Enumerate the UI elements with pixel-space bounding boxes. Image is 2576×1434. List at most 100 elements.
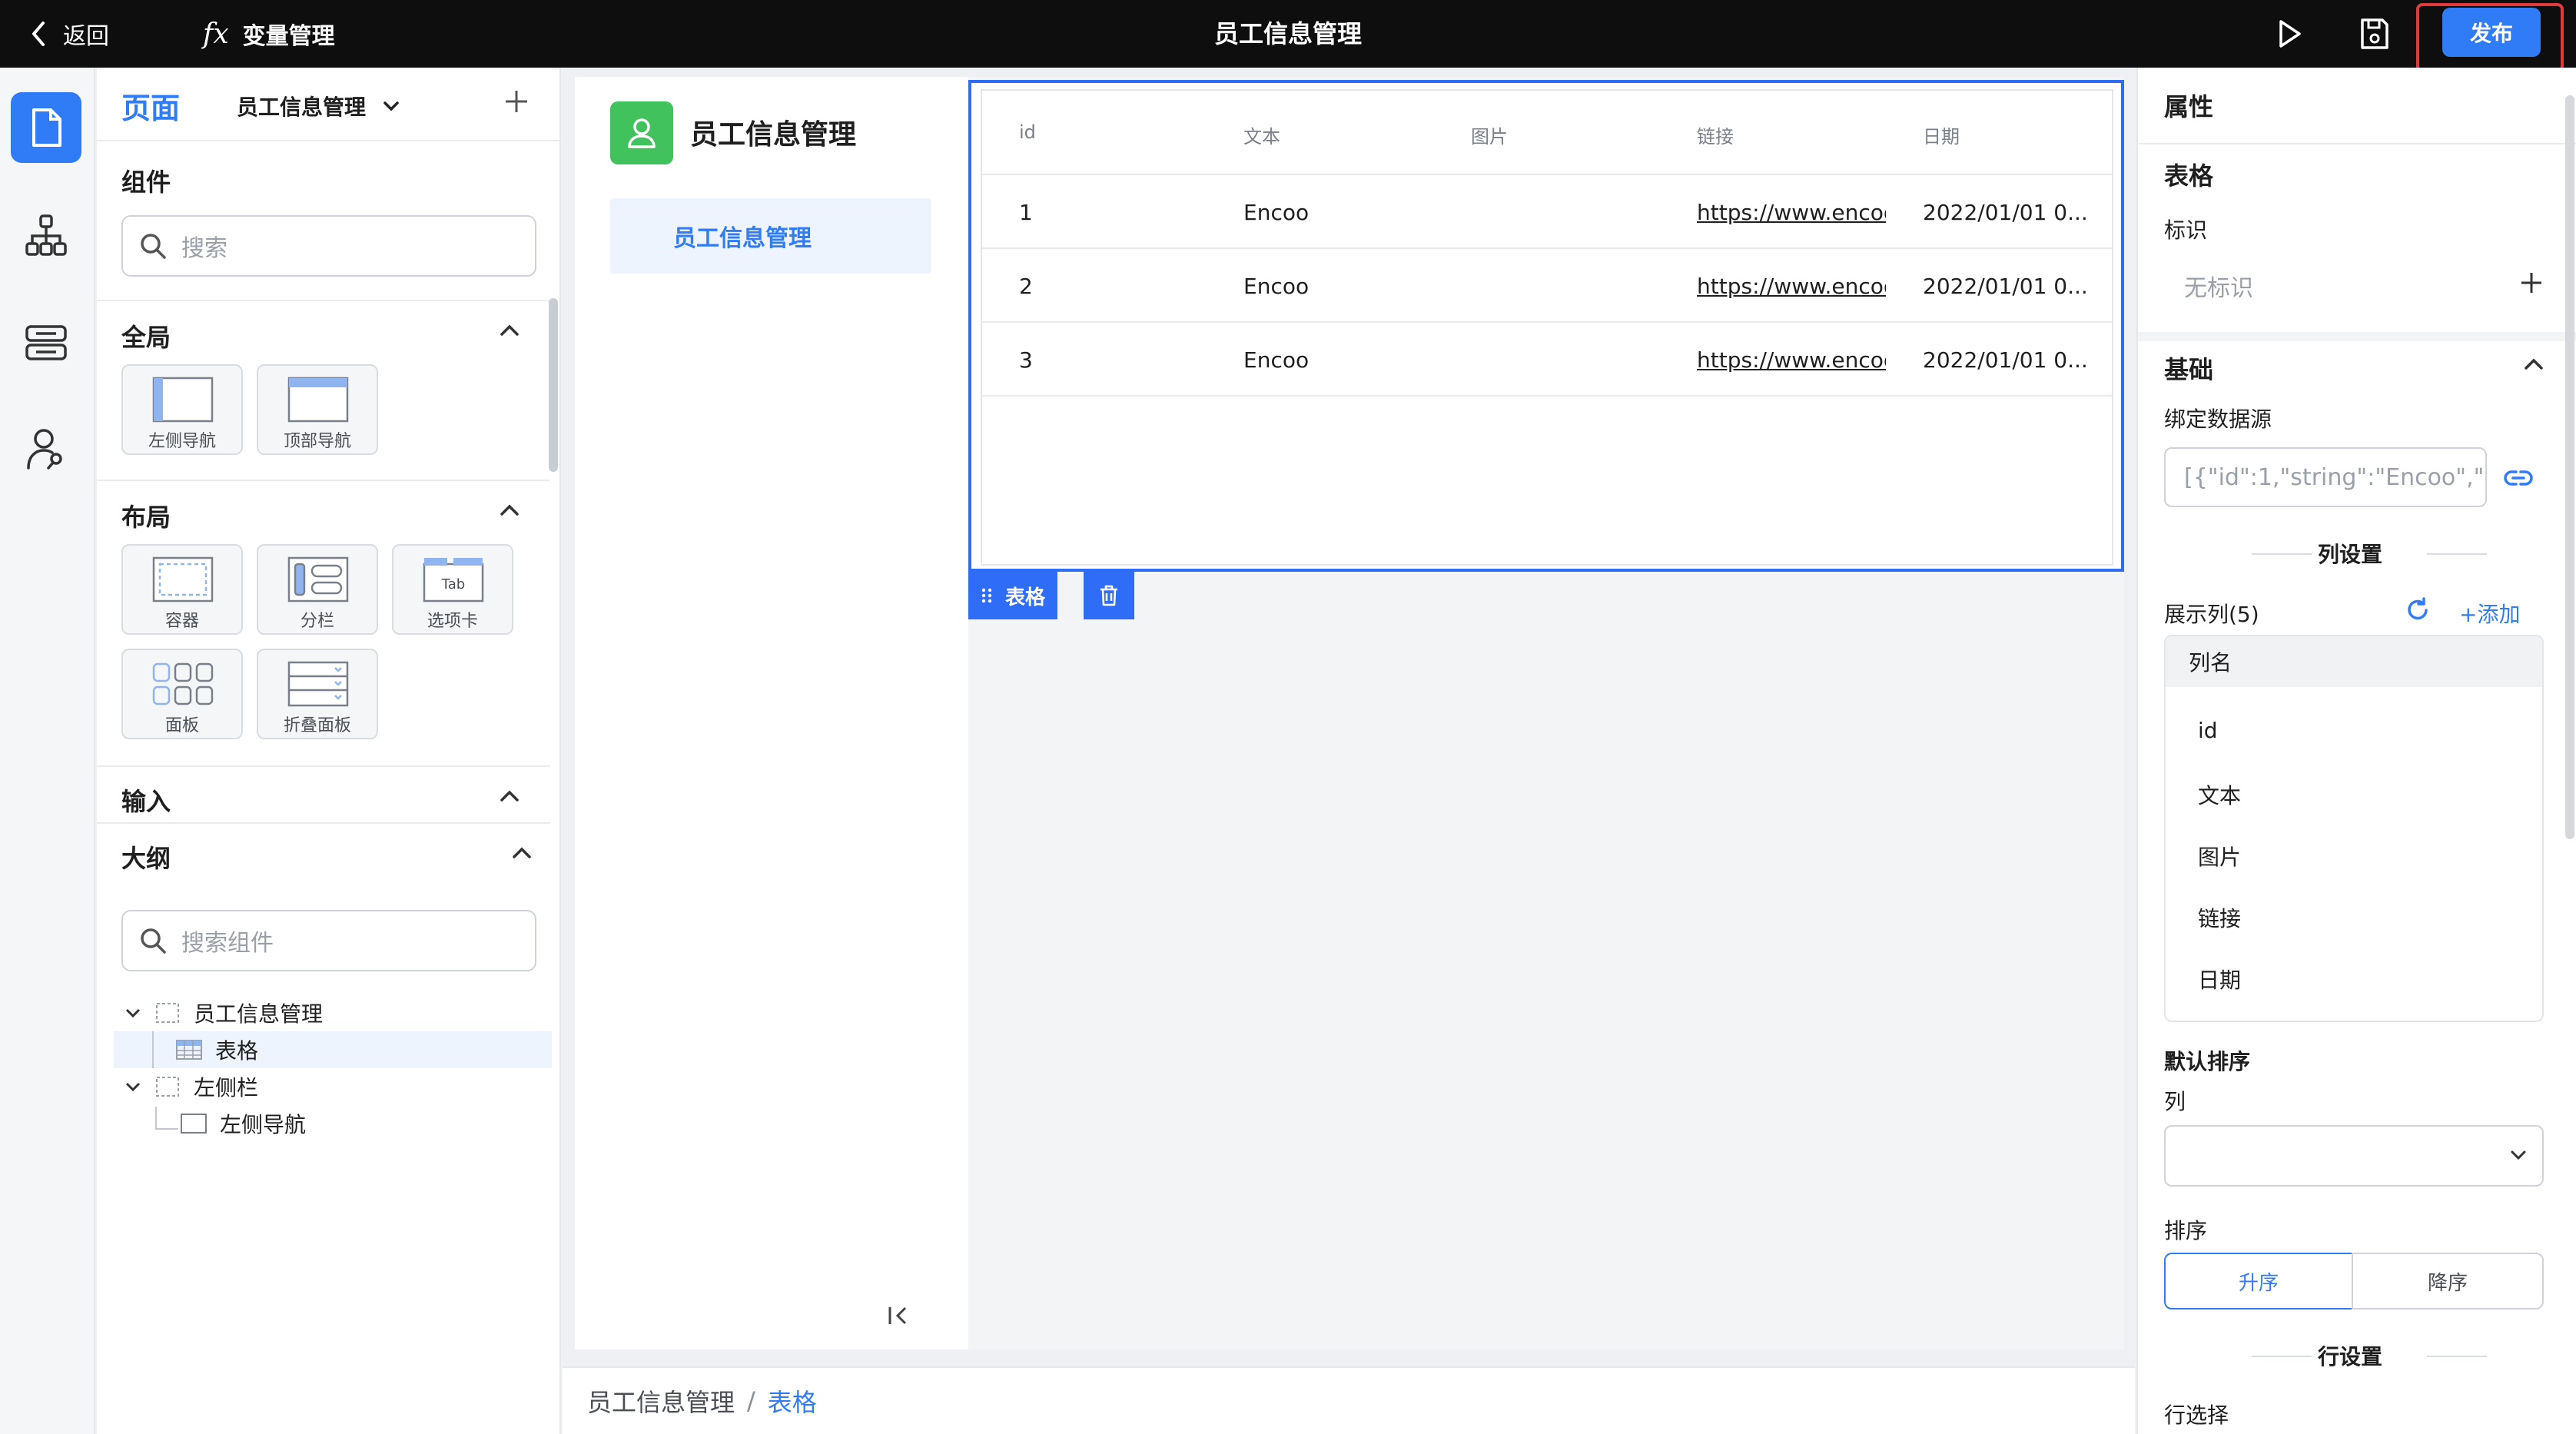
chevron-down-icon[interactable] <box>124 1007 141 1018</box>
delete-component-button[interactable] <box>1084 572 1135 619</box>
row-divider <box>982 247 2112 249</box>
breadcrumb-item[interactable]: 员工信息管理 <box>587 1383 735 1419</box>
rail-permissions[interactable] <box>11 413 81 484</box>
rail-flow[interactable] <box>11 200 81 271</box>
add-column-button[interactable]: +添加 <box>2459 598 2520 629</box>
preview-button[interactable] <box>2275 17 2305 54</box>
trash-icon <box>1100 585 1118 606</box>
row-divider <box>982 174 2112 175</box>
app-title: 员工信息管理 <box>1213 19 1362 48</box>
panel-scrollbar[interactable] <box>2565 95 2574 839</box>
tree-node-page[interactable]: 员工信息管理 <box>115 994 323 1031</box>
user-icon <box>628 118 656 148</box>
variable-manager-label: 变量管理 <box>242 23 335 50</box>
datasource-input[interactable]: [{"id":1,"string":"Encoo","i <box>2164 447 2487 507</box>
component-tabs[interactable]: Tab 选项卡 <box>392 544 513 635</box>
column-list-header: 列名 <box>2166 636 2542 687</box>
save-button[interactable] <box>2358 15 2392 55</box>
table-cell: Encoo <box>1243 274 1310 299</box>
column-list-item[interactable]: 图片 <box>2198 841 2241 871</box>
default-sort-title: 默认排序 <box>2164 1049 2251 1074</box>
divider <box>2138 143 2576 144</box>
table-link[interactable]: https://www.encoo.com <box>1697 347 1886 373</box>
column-list-item[interactable]: 文本 <box>2198 779 2241 810</box>
rail-data[interactable] <box>11 307 81 378</box>
data-table[interactable]: id 文本 图片 链接 日期 1 Encoo https://www.encoo… <box>981 89 2113 566</box>
chevron-up-icon[interactable] <box>500 504 520 516</box>
column-list-item[interactable]: 日期 <box>2198 964 2241 994</box>
chevron-up-icon[interactable] <box>500 324 520 337</box>
panel-scrollbar[interactable] <box>549 298 558 472</box>
add-page-button[interactable] <box>503 88 530 118</box>
chevron-left-icon <box>32 22 45 46</box>
tree-label: 左侧导航 <box>220 1112 307 1137</box>
drag-handle-icon[interactable] <box>981 587 993 604</box>
chevron-up-icon[interactable] <box>512 847 532 859</box>
tile-label: 容器 <box>164 612 199 631</box>
component-name: 表格 <box>2164 161 2214 191</box>
component-collapse[interactable]: 折叠面板 <box>257 649 378 739</box>
frame-icon <box>156 1077 179 1097</box>
identifier-value: 无标识 <box>2184 275 2253 302</box>
page-selector[interactable]: 员工信息管理 <box>237 91 400 121</box>
component-tag[interactable]: 表格 <box>968 572 1058 619</box>
page-selector-label: 员工信息管理 <box>237 95 367 120</box>
panel-header: 页面 员工信息管理 <box>97 68 561 141</box>
search-icon <box>141 234 166 259</box>
sort-asc-button[interactable]: 升序 <box>2164 1253 2353 1310</box>
left-nav-icon <box>152 377 214 423</box>
table-link[interactable]: https://www.encoo.com <box>1697 274 1886 299</box>
back-button[interactable]: 返回 <box>31 15 109 52</box>
chevron-up-icon[interactable] <box>2524 358 2544 370</box>
tree-node-sidebar[interactable]: 左侧栏 <box>115 1068 258 1105</box>
chevron-down-icon <box>383 101 399 111</box>
top-bar: 返回 fx 变量管理 员工信息管理 发布 <box>0 0 2576 72</box>
outline-search-input[interactable]: 搜索组件 <box>121 910 536 971</box>
sort-column-select[interactable] <box>2164 1125 2544 1187</box>
tile-label: 分栏 <box>300 612 334 631</box>
tile-label: 选项卡 <box>427 612 478 631</box>
divider <box>97 300 550 301</box>
chevron-up-icon[interactable] <box>500 790 520 802</box>
properties-panel: 属性 表格 标识 无标识 基础 绑定数据源 [{"id":1,"string":… <box>2136 68 2576 1434</box>
row-select-label: 行选择 <box>2164 1402 2229 1428</box>
link-icon[interactable] <box>2502 463 2535 493</box>
sort-order-label: 排序 <box>2164 1218 2208 1243</box>
component-panel[interactable]: 面板 <box>121 649 243 739</box>
table-cell: 2022/01/01 0... <box>1923 347 2088 373</box>
fx-icon: fx <box>203 18 229 50</box>
add-identifier-button[interactable] <box>2519 271 2544 295</box>
divider <box>2252 1356 2312 1357</box>
collapse-sidebar-icon[interactable] <box>887 1305 911 1326</box>
variable-manager-button[interactable]: fx 变量管理 <box>203 15 335 52</box>
tile-label: 面板 <box>164 716 199 735</box>
column-list-item[interactable]: id <box>2198 718 2218 743</box>
rail-pages[interactable] <box>11 92 81 163</box>
components-title: 组件 <box>121 168 171 197</box>
tree-node-table[interactable]: 表格 <box>114 1031 552 1068</box>
component-left-nav[interactable]: 左侧导航 <box>121 364 243 455</box>
table-cell: 2022/01/01 0... <box>1923 274 2088 299</box>
divider <box>2427 553 2487 555</box>
component-top-nav[interactable]: 顶部导航 <box>257 364 378 455</box>
component-container[interactable]: 容器 <box>121 544 243 635</box>
divider <box>97 480 550 481</box>
column-list-item[interactable]: 链接 <box>2198 902 2241 933</box>
input-section-title: 输入 <box>121 787 171 816</box>
chevron-down-icon[interactable] <box>124 1081 141 1092</box>
tile-label: 折叠面板 <box>283 716 351 735</box>
section-gap <box>2138 332 2576 341</box>
tree-label: 左侧栏 <box>194 1075 259 1100</box>
table-link[interactable]: https://www.encoo.com <box>1697 200 1886 225</box>
tab-pages[interactable]: 页面 <box>121 85 180 127</box>
publish-button[interactable]: 发布 <box>2442 8 2541 57</box>
refresh-icon[interactable] <box>2404 596 2432 624</box>
tree-node-left-nav[interactable]: 左侧导航 <box>115 1105 306 1142</box>
sort-desc-button[interactable]: 降序 <box>2352 1253 2544 1310</box>
preview-nav-item[interactable]: 员工信息管理 <box>610 198 931 274</box>
user-key-icon <box>27 429 62 470</box>
component-search-input[interactable]: 搜索 <box>121 215 536 277</box>
component-columns[interactable]: 分栏 <box>257 544 378 635</box>
breadcrumb-current[interactable]: 表格 <box>768 1383 817 1419</box>
app-logo <box>610 101 673 164</box>
